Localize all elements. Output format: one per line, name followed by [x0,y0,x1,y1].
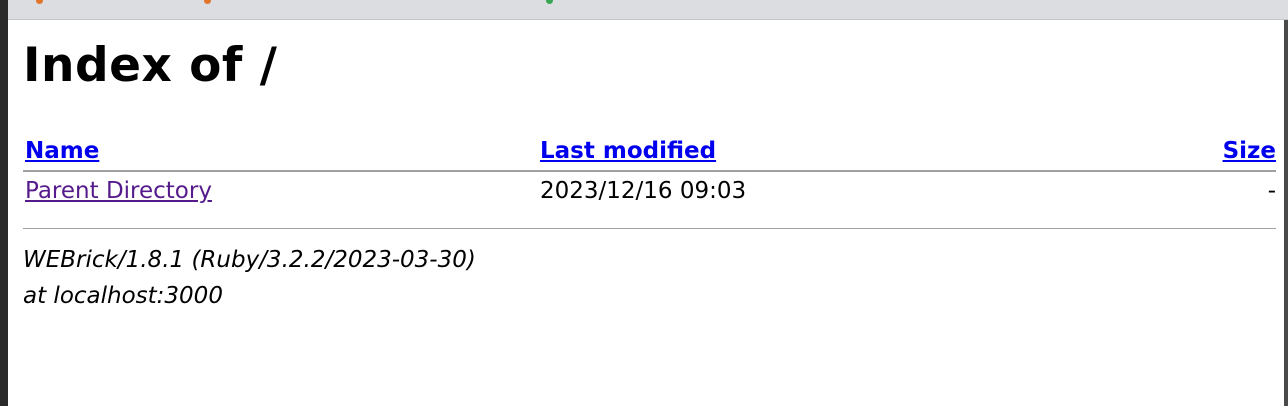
server-signature: WEBrick/1.8.1 (Ruby/3.2.2/2023-03-30) at… [23,242,476,314]
column-header-last-modified: Last modified [538,138,1060,172]
favicon-orange-icon [204,0,211,4]
listing-table: Name Last modified Size Parent Directory… [23,138,1276,210]
browser-top-bar [8,0,1288,20]
window-right-border [1284,20,1288,406]
server-host-text: at localhost:3000 [23,283,223,309]
parent-directory-link[interactable]: Parent Directory [25,178,212,204]
sort-by-size-link[interactable]: Size [1223,138,1276,164]
server-version-text: WEBrick/1.8.1 (Ruby/3.2.2/2023-03-30) [23,247,476,273]
table-row: Parent Directory 2023/12/16 09:03 - [23,171,1276,210]
row-name-cell: Parent Directory [23,171,538,210]
page-title: Index of / [23,38,278,93]
sort-by-last-modified-link[interactable]: Last modified [540,138,716,164]
listing-header-row: Name Last modified Size [23,138,1276,172]
favicon-orange-icon [36,0,43,4]
sort-by-name-link[interactable]: Name [25,138,99,164]
favicon-green-icon [546,0,553,4]
row-size-cell: - [1267,178,1276,204]
window-left-border [0,0,8,406]
column-header-name: Name [23,138,538,172]
row-last-modified-cell: 2023/12/16 09:03 [540,178,747,204]
footer-divider [23,228,1276,229]
column-header-size: Size [1060,138,1276,172]
